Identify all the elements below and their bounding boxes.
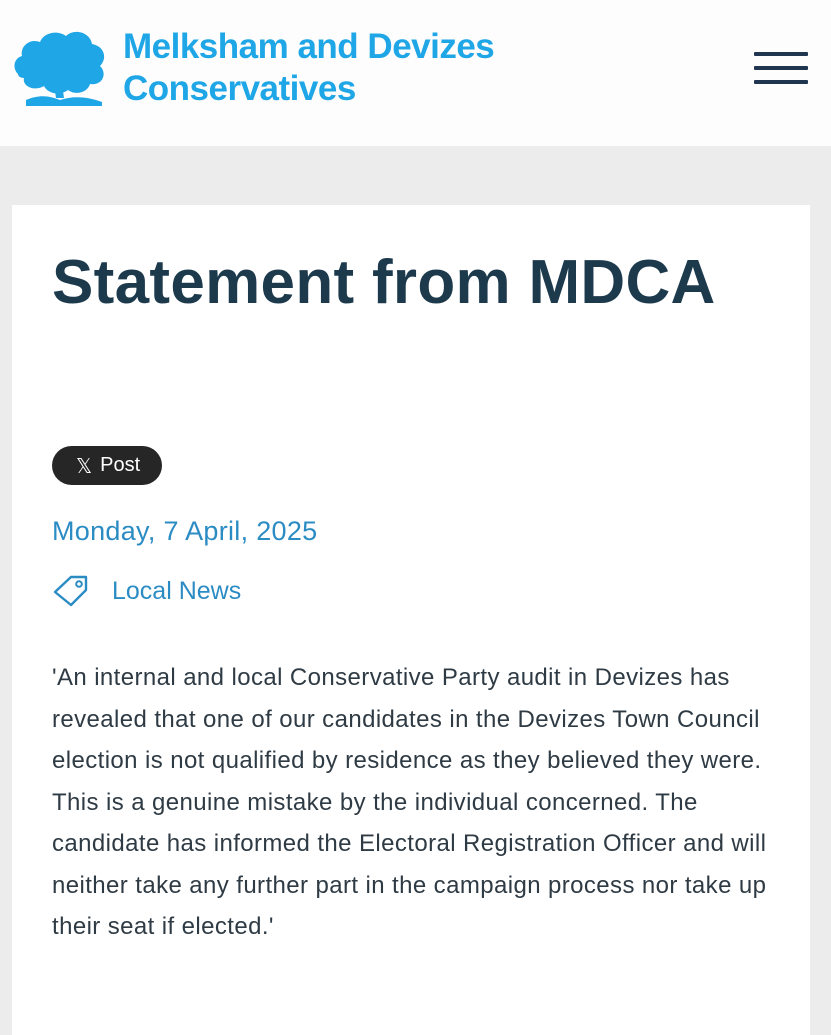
share-button-label: Post (100, 454, 141, 476)
brand-line-1: Melksham and Devizes (123, 27, 495, 66)
x-post-share-button[interactable]: 𝕏 Post (52, 446, 163, 485)
menu-button[interactable] (752, 50, 810, 86)
article-body: 'An internal and local Conservative Part… (52, 664, 767, 940)
hamburger-menu-icon-bar (754, 66, 808, 70)
x-logo-icon: 𝕏 (76, 453, 93, 478)
hamburger-menu-icon-bar (754, 80, 808, 84)
article-date: Monday, 7 April, 2025 (52, 516, 318, 546)
article-category: Local News (52, 571, 241, 611)
brand-line-2: Conservatives (123, 69, 356, 108)
site-header: Melksham and Devizes Conservatives (0, 0, 831, 146)
site-brand-name[interactable]: Melksham and Devizes Conservatives (123, 26, 495, 110)
oak-tree-logo-icon[interactable] (10, 22, 110, 106)
article-title: Statement from MDCA (52, 248, 716, 317)
category-link[interactable]: Local News (112, 577, 241, 606)
hamburger-menu-icon (754, 52, 808, 56)
tag-icon (53, 575, 88, 607)
article-card: Statement from MDCA 𝕏 Post Monday, 7 Apr… (12, 205, 810, 1035)
